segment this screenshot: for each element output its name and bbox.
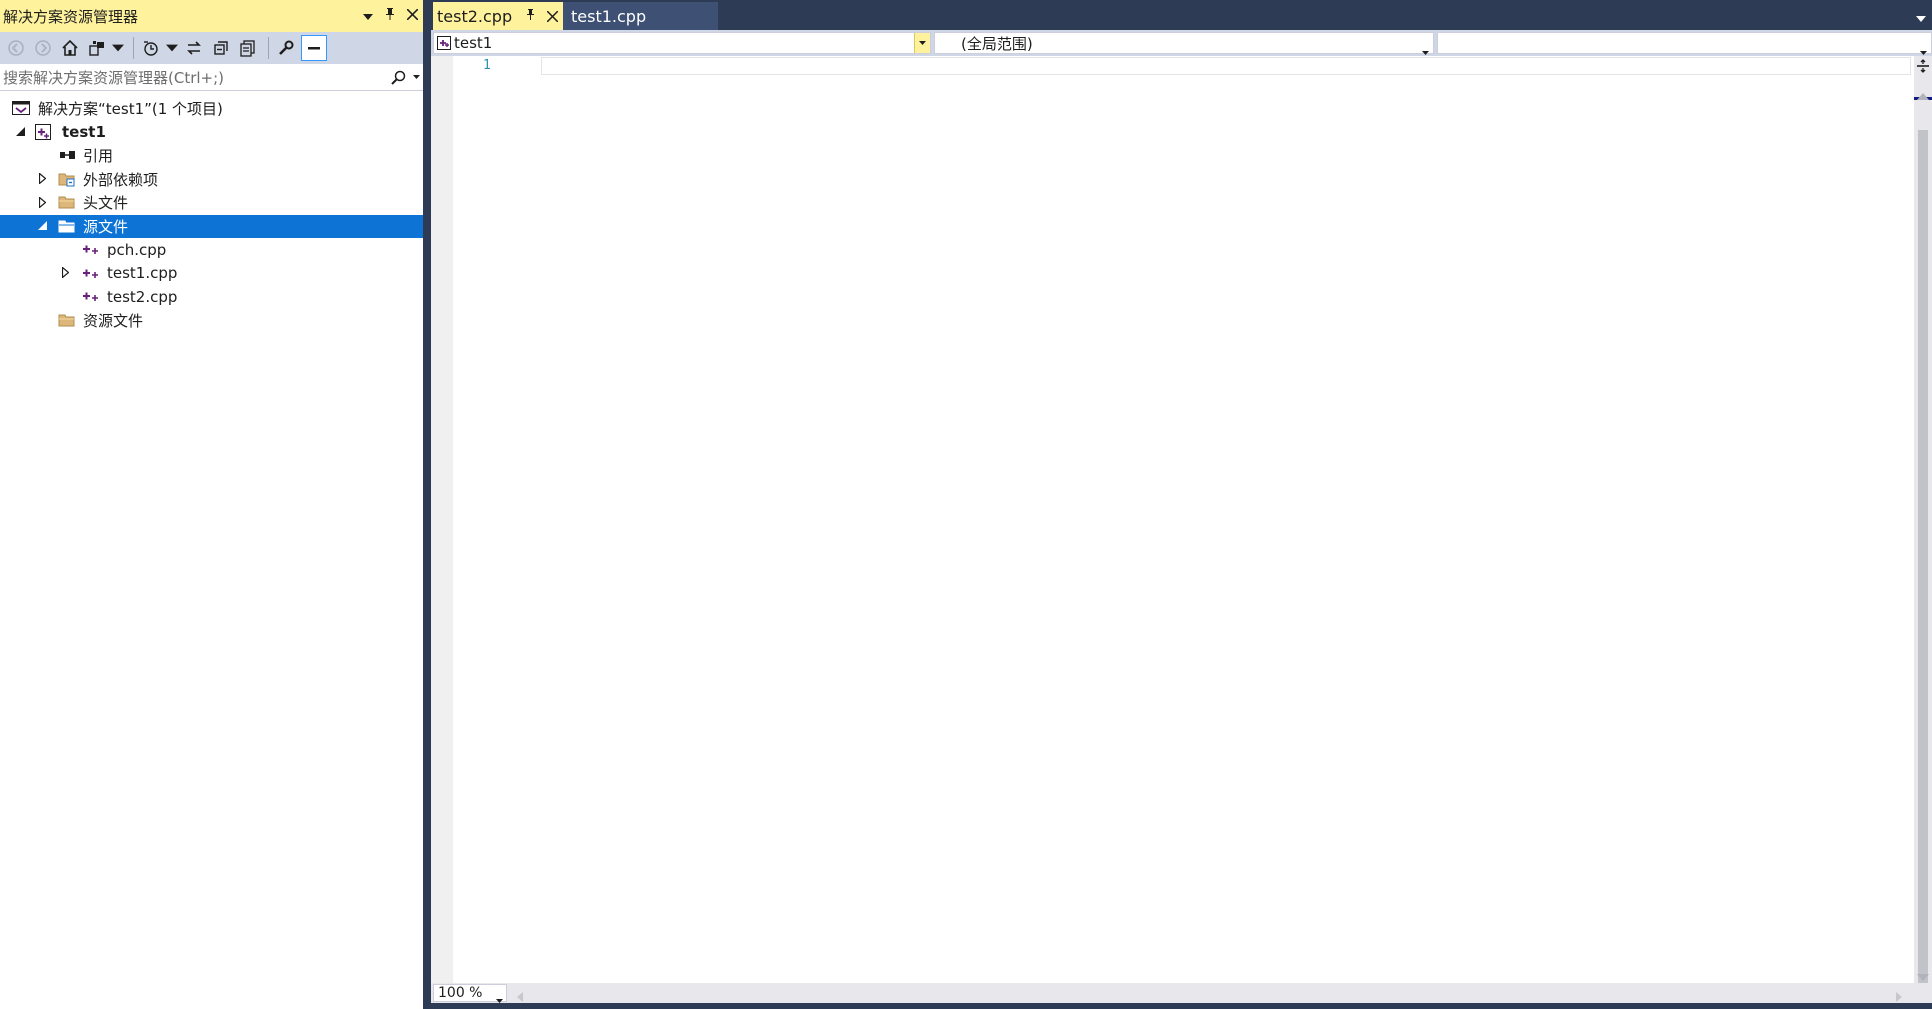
- member-dropdown[interactable]: [1437, 32, 1932, 55]
- cpp-project-icon: [434, 36, 454, 50]
- solution-explorer-search[interactable]: 搜索解决方案资源管理器(Ctrl+;): [0, 64, 423, 91]
- solution-explorer-panel: 解决方案资源管理器 搜索解决方案资源管理器(Ctrl+;) 解决方案“test1…: [0, 0, 423, 1009]
- solution-explorer-toolbar: [0, 32, 423, 64]
- tree-item-label: test1.cpp: [107, 264, 178, 282]
- scope-dropdown-value: (全局范围): [961, 34, 1033, 53]
- toolbar-separator: [133, 37, 134, 59]
- tree-item[interactable]: pch.cpp: [0, 238, 423, 261]
- tree-item-label: 引用: [83, 147, 114, 165]
- scroll-up-icon[interactable]: [1917, 86, 1929, 104]
- pin-icon[interactable]: [379, 8, 401, 24]
- line-number: 1: [483, 58, 491, 73]
- panel-menu-dropdown-icon[interactable]: [357, 9, 379, 24]
- tab-pin-icon[interactable]: [526, 9, 535, 23]
- collapse-all-icon[interactable]: [209, 36, 233, 60]
- solution-icon: [12, 99, 30, 117]
- tree-item-label: 源文件: [83, 217, 129, 236]
- tree-item[interactable]: 源文件: [0, 214, 423, 238]
- tree-item[interactable]: test1: [0, 121, 423, 144]
- tab-test1-cpp[interactable]: test1.cpp: [563, 2, 718, 30]
- folder-icon: [58, 193, 76, 211]
- scrollbar-thumb[interactable]: [1918, 130, 1928, 994]
- panel-title: 解决方案资源管理器: [3, 7, 139, 26]
- solution-explorer-titlebar: 解决方案资源管理器: [0, 0, 423, 32]
- collapsed-arrow-icon[interactable]: [36, 196, 48, 208]
- tree-item[interactable]: 引用: [0, 144, 423, 167]
- switch-views-icon[interactable]: [85, 36, 109, 60]
- chevron-down-icon[interactable]: [112, 36, 124, 60]
- project-dropdown-value: test1: [454, 34, 493, 52]
- back-icon[interactable]: [4, 36, 28, 60]
- vertical-scrollbar[interactable]: [1914, 56, 1932, 994]
- tree-item-label: 资源文件: [83, 311, 144, 330]
- show-all-files-icon[interactable]: [236, 36, 260, 60]
- chevron-down-icon[interactable]: [166, 36, 178, 60]
- expanded-arrow-icon[interactable]: [14, 126, 26, 138]
- tree-item[interactable]: 资源文件: [0, 309, 423, 332]
- cpp-file-icon: [82, 287, 100, 305]
- search-input[interactable]: 搜索解决方案资源管理器(Ctrl+;): [0, 67, 387, 88]
- navigation-bar: test1 (全局范围): [431, 30, 1932, 56]
- expanded-arrow-icon[interactable]: [36, 220, 48, 232]
- sync-with-active-document-icon[interactable]: [182, 36, 206, 60]
- tab-close-icon[interactable]: [546, 7, 559, 26]
- split-window-icon[interactable]: [1916, 58, 1930, 74]
- tree-item-label: test1: [62, 123, 106, 141]
- folder-icon: [58, 217, 76, 235]
- tree-item-label: test2.cpp: [107, 287, 178, 306]
- current-line-highlight: [541, 57, 1911, 75]
- window-bottom-edge: [423, 1003, 1932, 1009]
- scope-dropdown[interactable]: (全局范围): [934, 32, 1434, 55]
- code-editor[interactable]: 1: [431, 56, 1914, 983]
- forward-icon[interactable]: [31, 36, 55, 60]
- tree-item[interactable]: test1.cpp: [0, 262, 423, 285]
- folder-icon: [58, 311, 76, 329]
- tree-item-label: 解决方案“test1”(1 个项目): [38, 100, 223, 118]
- properties-wrench-icon[interactable]: [274, 36, 298, 60]
- tab-label: test2.cpp: [437, 6, 513, 26]
- cpp-project-icon: [34, 123, 52, 141]
- collapsed-arrow-icon[interactable]: [59, 267, 71, 279]
- search-icon[interactable]: [387, 70, 409, 85]
- tree-item[interactable]: 头文件: [0, 191, 423, 214]
- tree-item-label: pch.cpp: [107, 240, 167, 259]
- cpp-file-icon: [82, 264, 100, 282]
- project-dropdown[interactable]: test1: [433, 32, 931, 54]
- tree-item[interactable]: 外部依赖项: [0, 168, 423, 191]
- tree-item-label: 头文件: [83, 194, 129, 212]
- tree-item-label: 外部依赖项: [83, 170, 159, 189]
- home-icon[interactable]: [58, 36, 82, 60]
- collapsed-arrow-icon[interactable]: [36, 173, 48, 185]
- tree-item[interactable]: test2.cpp: [0, 285, 423, 308]
- document-tab-strip: test2.cpp test1.cpp: [423, 0, 1932, 30]
- tab-overflow-dropdown-icon[interactable]: [1916, 8, 1928, 22]
- external-deps-icon: [58, 170, 76, 188]
- search-options-dropdown-icon[interactable]: [409, 75, 423, 79]
- tab-label: test1.cpp: [571, 6, 647, 26]
- toolbar-separator: [268, 37, 269, 59]
- zoom-value: 100 %: [438, 985, 483, 1001]
- pending-changes-filter-icon[interactable]: [139, 36, 163, 60]
- editor-margin: [431, 56, 453, 983]
- editor-bottom-bar: 100 %: [431, 983, 1932, 1003]
- zoom-dropdown[interactable]: 100 %: [433, 984, 507, 1003]
- references-icon: [58, 146, 76, 164]
- tab-test2-cpp[interactable]: test2.cpp: [433, 2, 563, 30]
- tree-item[interactable]: 解决方案“test1”(1 个项目): [0, 97, 423, 120]
- preview-selected-items-icon[interactable]: [301, 35, 327, 61]
- chevron-down-icon[interactable]: [914, 33, 930, 53]
- close-icon[interactable]: [401, 7, 423, 24]
- cpp-file-icon: [82, 240, 100, 258]
